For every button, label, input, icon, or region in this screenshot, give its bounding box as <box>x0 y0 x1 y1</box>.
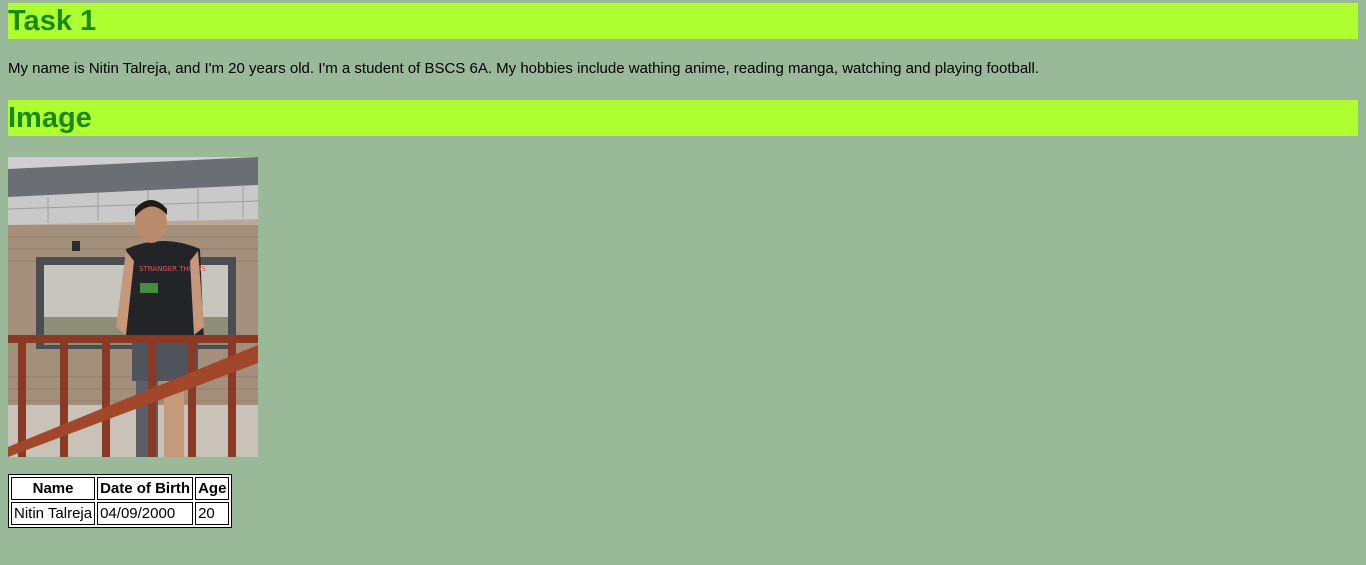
cell-dob: 04/09/2000 <box>97 502 194 525</box>
column-header-name: Name <box>11 477 96 500</box>
bio-paragraph: My name is Nitin Talreja, and I'm 20 yea… <box>8 60 1040 77</box>
column-header-dob: Date of Birth <box>97 477 194 500</box>
profile-photo: STRANGER THINGS <box>8 157 258 457</box>
page-title: Task 1 <box>8 3 1358 39</box>
info-table: Name Date of Birth Age Nitin Talreja 04/… <box>8 474 233 528</box>
cell-age: 20 <box>195 502 230 525</box>
table-row: Nitin Talreja 04/09/2000 20 <box>11 502 230 525</box>
cell-name: Nitin Talreja <box>11 502 96 525</box>
page-content: Task 1 My name is Nitin Talreja, and I'm… <box>8 3 1358 528</box>
image-section-heading: Image <box>8 100 1358 136</box>
table-header-row: Name Date of Birth Age <box>11 477 230 500</box>
column-header-age: Age <box>195 477 230 500</box>
